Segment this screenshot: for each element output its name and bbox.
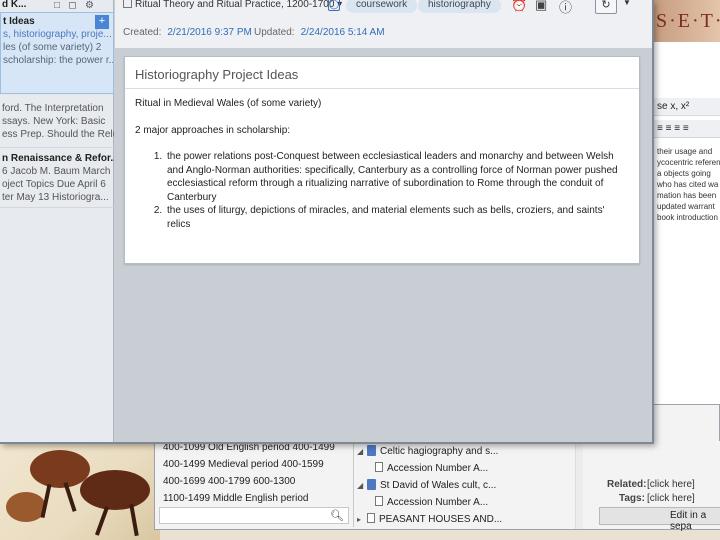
note-title[interactable]: Historiography Project Ideas	[135, 67, 298, 82]
created-label: Created:	[123, 27, 162, 38]
info-icon[interactable]: ⓘ	[559, 0, 572, 16]
word-processor-panel: se x, x² ≡ ≡ ≡ ≡ their usage and ycocent…	[652, 42, 720, 404]
period-row[interactable]: 400-1699 400-1799 600-1300	[163, 473, 349, 490]
note-item-snippet: les (of some variety) 2	[3, 42, 102, 53]
doc-line: book introduction	[657, 213, 718, 222]
horse-figure	[80, 470, 150, 510]
collapsed-triangle-icon[interactable]: ▸	[357, 511, 367, 528]
notebook-icon	[367, 479, 376, 490]
period-row[interactable]: 400-1499 Medieval period 400-1599	[163, 456, 349, 473]
tree-item-label: Accession Number A...	[387, 463, 489, 474]
note-item-title: d K...	[2, 0, 27, 10]
note-app-window: d K... □ ◻ ⚙ + t Ideas s, historiography…	[0, 0, 654, 444]
note-item-snippet: 6 Jacob M. Baum March	[2, 166, 111, 177]
tree-item[interactable]: ▸ PEASANT HOUSES AND...	[357, 511, 575, 528]
note-item-snippet: ess Prep. Should the Relu...	[2, 129, 114, 140]
tags-label: Tags:	[619, 493, 645, 504]
document-icon	[367, 513, 375, 523]
note-header: Ritual Theory and Ritual Practice, 1200-…	[115, 0, 652, 48]
note-item-snippet: s, historiography, proje...	[3, 29, 112, 40]
horse-figure	[30, 450, 90, 488]
tree-item[interactable]: Accession Number A...	[357, 460, 575, 477]
notebook-icon	[367, 445, 376, 456]
tags-link[interactable]: [click here]	[647, 493, 695, 504]
note-list: d K... □ ◻ ⚙ + t Ideas s, historiography…	[0, 0, 114, 442]
tree-item[interactable]: Accession Number A...	[357, 494, 575, 511]
collection-tree: ◢ Celtic hagiography and s... Accession N…	[357, 443, 575, 528]
note-numbered-list: the power relations post-Conquest betwee…	[135, 150, 625, 231]
tree-item[interactable]: ◢ St David of Wales cult, c...	[357, 477, 575, 494]
note-paragraph: 2 major approaches in scholarship:	[135, 124, 291, 136]
updated-label: Updated:	[254, 27, 295, 38]
doc-line: updated warrant	[657, 202, 715, 211]
note-editor[interactable]: Historiography Project Ideas Ritual in M…	[124, 56, 640, 264]
doc-line: their usage and	[657, 147, 713, 156]
note-list-item[interactable]: ford. The Interpretation ssays. New York…	[0, 100, 114, 148]
list-item: the power relations post-Conquest betwee…	[165, 150, 625, 204]
tree-item-label: Accession Number A...	[387, 497, 489, 508]
expand-triangle-icon[interactable]: ◢	[357, 443, 367, 460]
share-icon[interactable]: ▣	[535, 0, 547, 13]
tree-item-label: St David of Wales cult, c...	[380, 480, 497, 491]
reminder-icon[interactable]: ⏰	[511, 0, 527, 13]
period-list: 400-1099 Old English period 400-1499 400…	[163, 439, 349, 507]
note-item-snippet: scholarship: the power r...	[3, 55, 114, 66]
doc-line: who has cited wa	[657, 180, 719, 189]
note-item-title: n Renaissance & Refor...	[2, 153, 114, 164]
new-note-badge-icon[interactable]: +	[95, 15, 109, 29]
note-paragraph: Ritual in Medieval Wales (of some variet…	[135, 98, 322, 109]
pane-divider[interactable]	[353, 441, 354, 527]
document-icon	[375, 462, 383, 472]
notebook-icon	[123, 0, 132, 8]
chevron-down-icon[interactable]: ▼	[623, 0, 631, 7]
related-label: Related:	[607, 479, 647, 490]
note-list-item-selected[interactable]: + t Ideas s, historiography, proje... le…	[0, 12, 114, 94]
sync-button[interactable]: ↻	[595, 0, 617, 14]
note-item-snippet: ssays. New York: Basic	[2, 116, 106, 127]
created-value: 2/21/2016 9:37 PM	[167, 27, 252, 38]
doc-line: mation has been	[657, 191, 717, 200]
tree-item[interactable]: ◢ Celtic hagiography and s...	[357, 443, 575, 460]
note-item-snippet: oject Topics Due April 6	[2, 179, 106, 190]
tree-item-label: PEASANT HOUSES AND...	[379, 514, 503, 525]
tag-chip[interactable]: coursework	[346, 0, 418, 13]
updated-meta: Updated: 2/24/2016 5:14 AM	[254, 27, 385, 38]
notebook-selector[interactable]: Ritual Theory and Ritual Practice, 1200-…	[123, 0, 342, 10]
filter-search-input[interactable]: 🔍︎	[159, 507, 349, 524]
format-toolbar[interactable]: se x, x²	[653, 98, 720, 116]
horse-figure	[6, 492, 46, 522]
list-item: the uses of liturgy, depictions of mirac…	[165, 204, 625, 231]
tag-chip[interactable]: historiography	[418, 0, 501, 13]
doc-line: ycocentric referen	[657, 158, 720, 167]
doc-line: a objects going	[657, 169, 711, 178]
note-item-snippet: ford. The Interpretation	[2, 103, 104, 114]
document-text: their usage and ycocentric referen a obj…	[657, 146, 720, 223]
document-icon	[375, 496, 383, 506]
title-divider	[125, 88, 639, 89]
updated-value: 2/24/2016 5:14 AM	[300, 27, 385, 38]
note-item-snippet: ter May 13 Historiogra...	[2, 192, 109, 203]
note-body[interactable]: Ritual in Medieval Wales (of some variet…	[135, 97, 625, 231]
note-toolbar-icons[interactable]: □ ◻ ⚙	[54, 0, 94, 11]
tapestry-banner: S·E·T·	[650, 0, 720, 42]
created-meta: Created: 2/21/2016 9:37 PM	[123, 27, 252, 38]
edit-separately-button[interactable]: Edit in a sepa	[599, 507, 720, 532]
align-toolbar[interactable]: ≡ ≡ ≡ ≡	[653, 120, 720, 138]
related-link[interactable]: [click here]	[647, 479, 695, 490]
expand-triangle-icon[interactable]: ◢	[357, 477, 367, 494]
period-row[interactable]: 1100-1499 Middle English period	[163, 490, 349, 507]
search-icon[interactable]: 🔍︎	[330, 509, 344, 522]
notebook-name: Ritual Theory and Ritual Practice, 1200-…	[135, 0, 335, 10]
tree-item-label: Celtic hagiography and s...	[380, 446, 499, 457]
tree-scrollbar[interactable]	[575, 441, 583, 529]
note-item-title: t Ideas	[3, 16, 35, 27]
tag-icon[interactable]: ◯	[328, 0, 340, 11]
note-list-item[interactable]: n Renaissance & Refor... 6 Jacob M. Baum…	[0, 150, 114, 208]
